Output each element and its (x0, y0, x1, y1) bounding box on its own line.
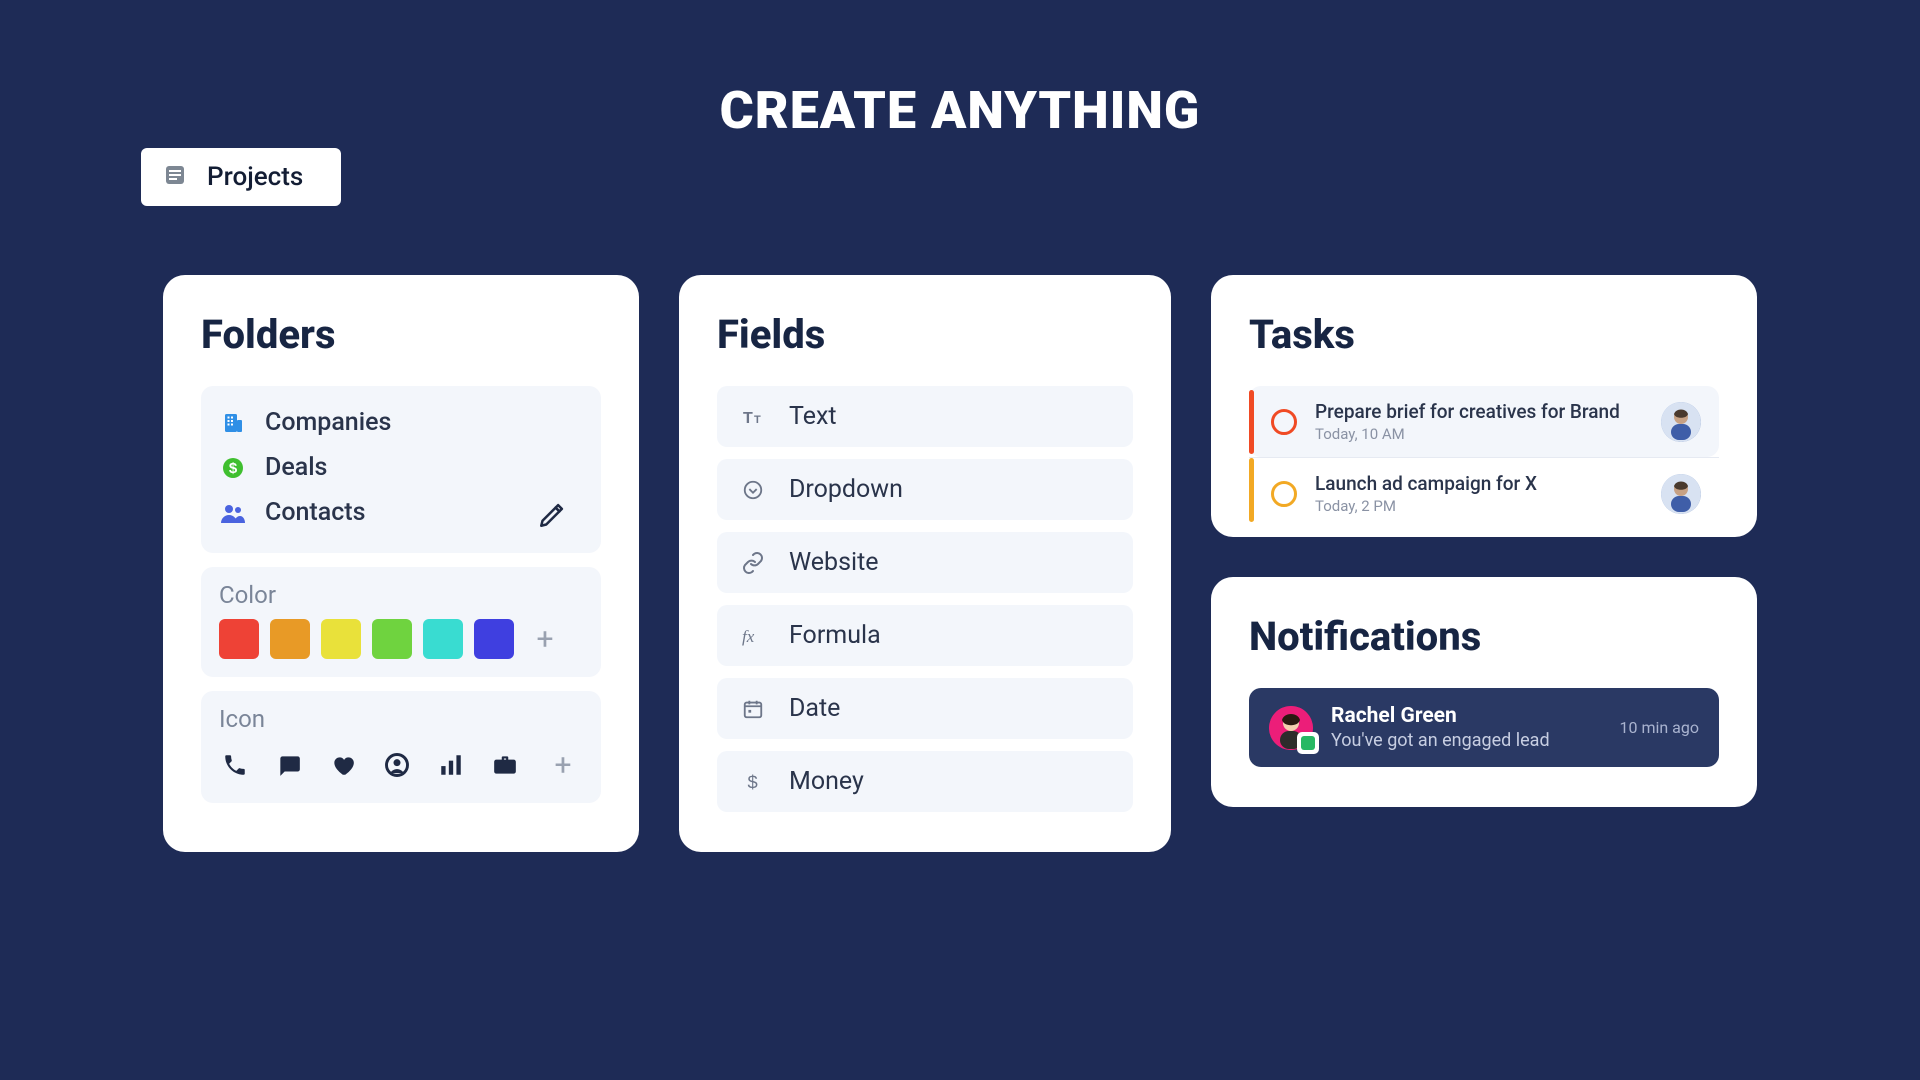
svg-text:T: T (743, 410, 753, 427)
fields-title: Fields (717, 311, 1133, 358)
link-icon (739, 551, 767, 575)
field-dropdown[interactable]: Dropdown (717, 459, 1133, 520)
field-label: Money (789, 767, 864, 796)
color-swatch[interactable] (423, 619, 463, 659)
avatar (1661, 474, 1701, 514)
fields-card: Fields TT Text Dropdown Website (679, 275, 1171, 852)
task-row[interactable]: Prepare brief for creatives for Brand To… (1249, 386, 1719, 457)
task-checkbox[interactable] (1271, 409, 1297, 435)
folders-title: Folders (201, 311, 601, 358)
folder-item-label: Deals (265, 453, 327, 482)
list-icon (163, 163, 187, 191)
building-icon (219, 411, 247, 435)
field-label: Website (789, 548, 879, 577)
svg-text:$: $ (229, 460, 238, 477)
add-color-button[interactable]: + (525, 619, 565, 659)
notifications-card: Notifications Rachel Green You've got an… (1211, 577, 1757, 807)
formula-icon: fx (739, 624, 767, 648)
avatar (1661, 402, 1701, 442)
task-row[interactable]: Launch ad campaign for X Today, 2 PM (1249, 458, 1719, 529)
dropdown-icon (739, 479, 767, 501)
folder-list: Companies $ Deals Contacts (201, 386, 601, 553)
task-checkbox[interactable] (1271, 481, 1297, 507)
field-money[interactable]: $ Money (717, 751, 1133, 812)
field-label: Date (789, 694, 840, 723)
task-time: Today, 2 PM (1315, 497, 1643, 515)
dollar-icon: $ (739, 771, 767, 793)
briefcase-icon[interactable] (489, 749, 521, 781)
field-formula[interactable]: fx Formula (717, 605, 1133, 666)
field-date[interactable]: Date (717, 678, 1133, 739)
field-label: Formula (789, 621, 881, 650)
color-swatch[interactable] (372, 619, 412, 659)
task-title: Launch ad campaign for X (1315, 472, 1643, 495)
folder-item-companies[interactable]: Companies (219, 400, 583, 445)
svg-text:fx: fx (742, 627, 755, 646)
add-icon-button[interactable]: + (543, 745, 583, 785)
field-label: Dropdown (789, 475, 903, 504)
icon-label: Icon (219, 705, 583, 733)
projects-chip-label: Projects (207, 162, 303, 192)
field-website[interactable]: Website (717, 532, 1133, 593)
calendar-icon (739, 698, 767, 720)
phone-icon[interactable] (219, 749, 251, 781)
svg-text:$: $ (748, 771, 758, 792)
user-circle-icon[interactable] (381, 749, 413, 781)
notification-name: Rachel Green (1331, 704, 1602, 728)
chat-icon[interactable] (273, 749, 305, 781)
color-swatch[interactable] (474, 619, 514, 659)
color-swatch[interactable] (219, 619, 259, 659)
tasks-title: Tasks (1249, 311, 1719, 358)
dollar-circle-icon: $ (219, 456, 247, 480)
notification-message: You've got an engaged lead (1331, 730, 1602, 751)
text-icon: TT (739, 405, 767, 429)
heart-icon[interactable] (327, 749, 359, 781)
notifications-title: Notifications (1249, 613, 1719, 660)
eyedropper-icon[interactable] (535, 502, 565, 536)
field-text[interactable]: TT Text (717, 386, 1133, 447)
color-label: Color (219, 581, 583, 609)
color-swatch-row: + (219, 619, 583, 659)
folder-item-deals[interactable]: $ Deals (219, 445, 583, 490)
task-time: Today, 10 AM (1315, 425, 1643, 443)
folders-card: Folders Companies $ Deals (163, 275, 639, 852)
svg-text:T: T (754, 414, 761, 426)
tasks-list: Prepare brief for creatives for Brand To… (1249, 386, 1719, 529)
app-badge-icon (1297, 732, 1319, 754)
folder-item-label: Contacts (265, 498, 365, 527)
field-label: Text (789, 402, 837, 431)
tasks-card: Tasks Prepare brief for creatives for Br… (1211, 275, 1757, 537)
task-priority-bar (1249, 390, 1254, 454)
color-swatch[interactable] (321, 619, 361, 659)
page-title: CREATE ANYTHING (720, 80, 1201, 141)
projects-chip[interactable]: Projects (141, 148, 341, 206)
task-priority-bar (1249, 458, 1254, 522)
notification-time: 10 min ago (1620, 718, 1700, 737)
icon-swatch-row: + (219, 743, 583, 785)
task-title: Prepare brief for creatives for Brand (1315, 400, 1643, 423)
folder-item-label: Companies (265, 408, 391, 437)
color-swatch[interactable] (270, 619, 310, 659)
folder-item-contacts[interactable]: Contacts (219, 490, 583, 535)
icon-picker: Icon (201, 691, 601, 803)
users-icon (219, 501, 247, 525)
color-picker: Color + (201, 567, 601, 677)
bar-chart-icon[interactable] (435, 749, 467, 781)
notification-row[interactable]: Rachel Green You've got an engaged lead … (1249, 688, 1719, 767)
